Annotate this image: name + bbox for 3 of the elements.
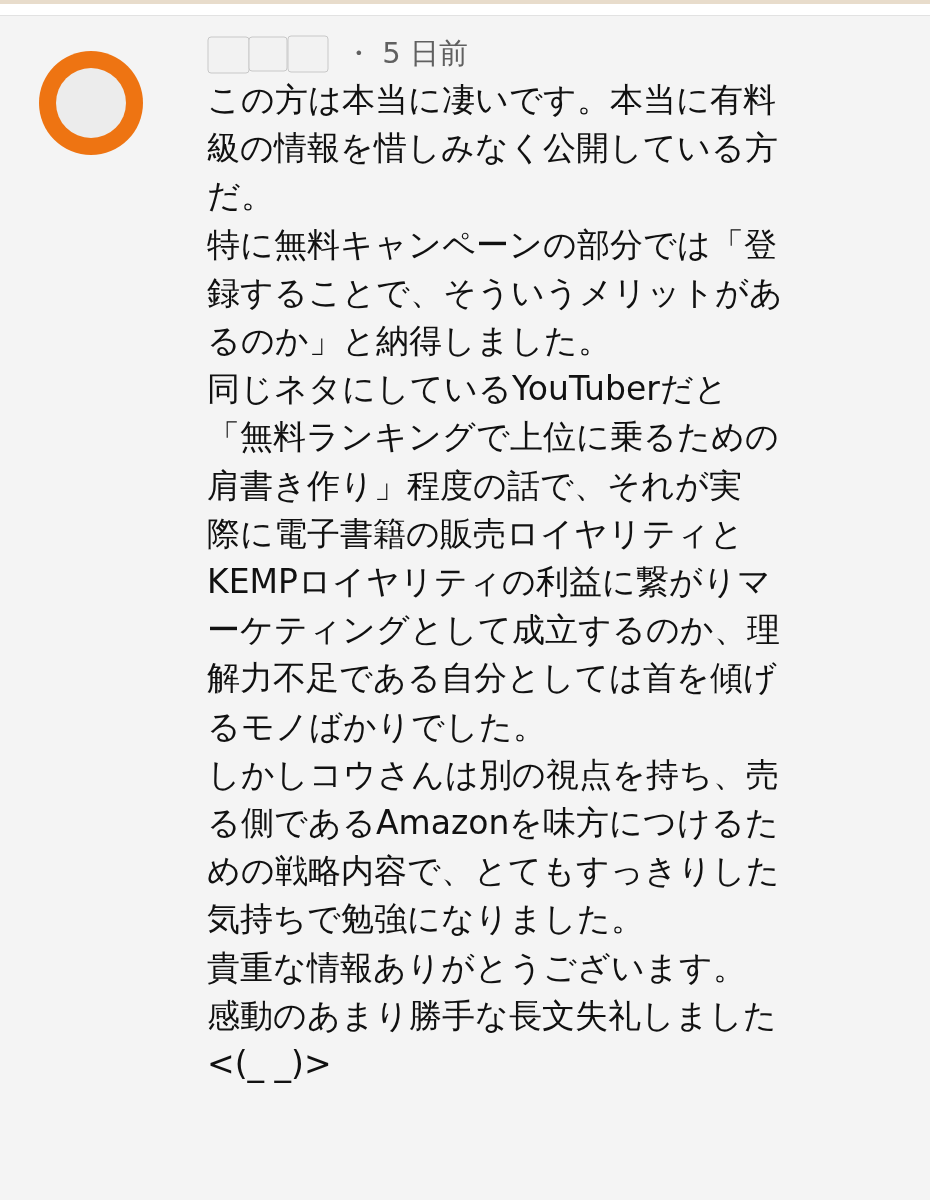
avatar-icon[interactable]: [38, 51, 143, 155]
comment-time: ・ 5 日前: [344, 35, 468, 73]
comment-text: この方は本当に凄いです。本当に有料 級の情報を惜しみなく公開している方 だ。 特に無料キャンペーンの部分では「登 録することで、そういうメリットがあ るのか」と納得しました。 同じネタにしているYouTuberだと 「無料ランキングで上位に乗るための 肩書き作り」程度の話で、それが実 際に電子書籍の販売ロイヤリティと KEMPロイヤリティの利益に繋がりマ ーケティングとして成立するのか、理 解力不足である自分としては首を傾げ るモノばかりでした。 しかしコウさんは別の視点を持ち、売 る側であるAmazonを味方につけるた めの戦略内容で、とてもすっきりした 気持ちで勉強になりました。 貴重な情報ありがとうございます。 感動のあまり勝手な長文失礼しました <(_ _)>: [207, 79, 783, 1086]
